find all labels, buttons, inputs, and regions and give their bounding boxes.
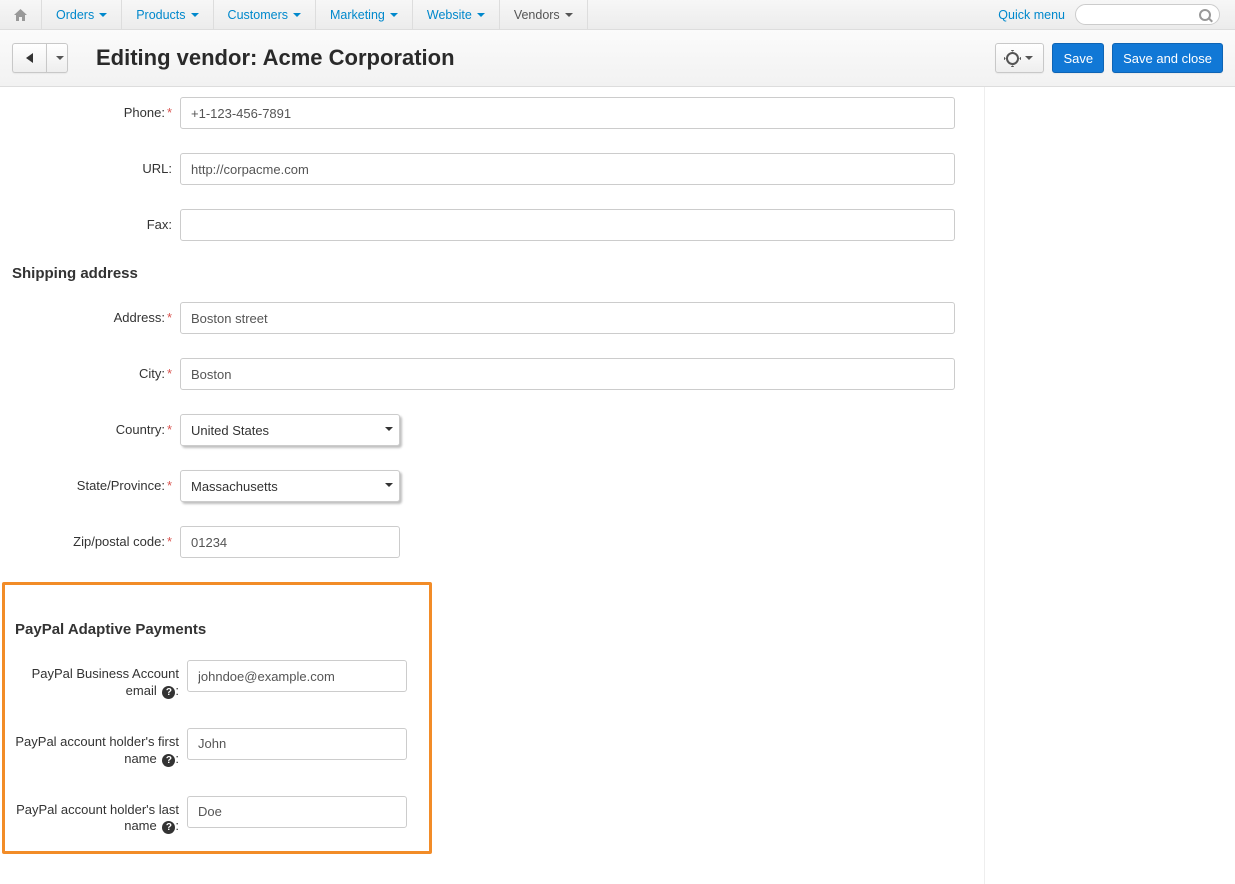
paypal-last-input[interactable] [187,796,407,828]
paypal-email-input[interactable] [187,660,407,692]
search-input[interactable] [1075,4,1220,25]
back-button[interactable] [12,43,46,73]
nav-website[interactable]: Website [413,0,500,29]
help-icon[interactable]: ? [162,754,175,767]
quick-menu-link[interactable]: Quick menu [998,8,1065,22]
caret-down-icon [56,56,64,60]
caret-down-icon [1025,56,1033,60]
paypal-first-input[interactable] [187,728,407,760]
paypal-email-label: PayPal Business Account email ?: [5,660,187,700]
city-label: City:* [10,366,180,383]
caret-down-icon [565,13,573,17]
search-icon [1199,9,1211,21]
caret-down-icon [390,13,398,17]
nav-customers[interactable]: Customers [214,0,316,29]
address-input[interactable] [180,302,955,334]
url-input[interactable] [180,153,955,185]
nav-orders[interactable]: Orders [42,0,122,29]
arrow-left-icon [26,53,33,63]
page-title: Editing vendor: Acme Corporation [96,45,455,71]
paypal-heading: PayPal Adaptive Payments [15,621,419,638]
save-close-button[interactable]: Save and close [1112,43,1223,73]
nav-vendors[interactable]: Vendors [500,0,588,29]
caret-down-icon [385,483,393,487]
zip-label: Zip/postal code:* [10,534,180,551]
phone-input[interactable] [180,97,955,129]
url-label: URL: [10,161,180,178]
paypal-first-label: PayPal account holder's first name ?: [5,728,187,768]
country-select[interactable]: United States [180,414,400,446]
top-nav: Orders Products Customers Marketing Webs… [0,0,1235,30]
state-label: State/Province:* [10,478,180,495]
save-button[interactable]: Save [1052,43,1104,73]
help-icon[interactable]: ? [162,821,175,834]
back-dropdown[interactable] [46,43,68,73]
city-input[interactable] [180,358,955,390]
home-icon [14,9,27,21]
caret-down-icon [293,13,301,17]
gear-icon [1006,52,1019,65]
nav-products[interactable]: Products [122,0,213,29]
country-label: Country:* [10,422,180,439]
phone-label: Phone:* [10,105,180,122]
action-bar: Editing vendor: Acme Corporation Save Sa… [0,30,1235,87]
nav-marketing[interactable]: Marketing [316,0,413,29]
nav-home[interactable] [0,0,42,29]
caret-down-icon [191,13,199,17]
address-label: Address:* [10,310,180,327]
shipping-heading: Shipping address [12,265,964,282]
help-icon[interactable]: ? [162,686,175,699]
caret-down-icon [477,13,485,17]
fax-input[interactable] [180,209,955,241]
zip-input[interactable] [180,526,400,558]
settings-button[interactable] [995,43,1044,73]
paypal-section: PayPal Adaptive Payments PayPal Business… [2,582,432,854]
fax-label: Fax: [10,217,180,234]
caret-down-icon [99,13,107,17]
form-area: Phone:* URL: Fax: Shipping address Addre… [0,87,985,884]
paypal-last-label: PayPal account holder's last name ?: [5,796,187,836]
state-select[interactable]: Massachusetts [180,470,400,502]
caret-down-icon [385,427,393,431]
